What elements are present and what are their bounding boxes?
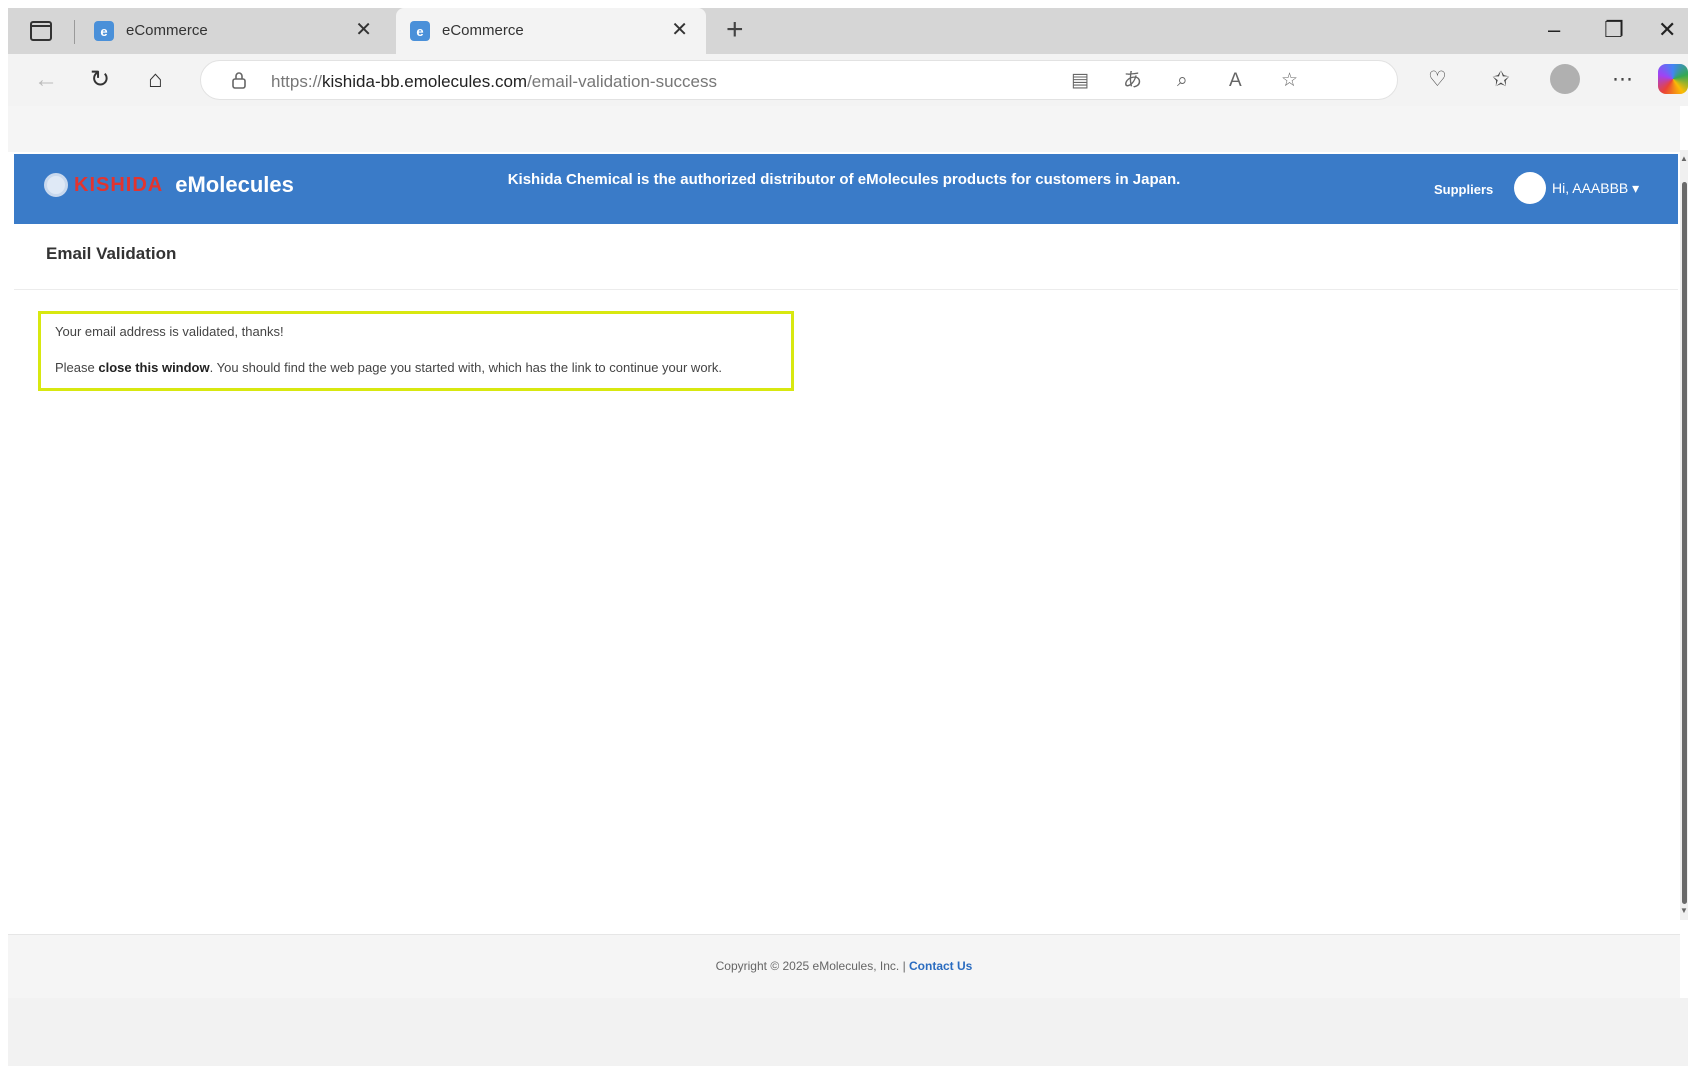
contact-us-link[interactable]: Contact Us	[909, 959, 972, 973]
back-icon[interactable]: ←	[34, 66, 58, 94]
browser-tab-1[interactable]: e eCommerce ✕	[80, 8, 390, 54]
browser-essentials-icon[interactable]: ♡	[1428, 66, 1447, 94]
scroll-down-icon[interactable]: ▼	[1680, 906, 1688, 915]
profile-avatar-icon[interactable]	[1550, 64, 1580, 94]
address-bar[interactable]: https://kishida-bb.emolecules.com/email-…	[200, 60, 1398, 100]
window-close-icon[interactable]: ✕	[1658, 16, 1676, 44]
browser-toolbar: ← ↻ ⌂ https://kishida-bb.emolecules.com/…	[8, 54, 1688, 106]
tab-close-icon[interactable]: ✕	[355, 18, 372, 42]
zoom-icon[interactable]: ⌕	[1177, 69, 1188, 93]
url-path: /email-validation-success	[527, 72, 717, 91]
browser-tab-strip: e eCommerce ✕ e eCommerce ✕ + – ❐ ✕	[8, 8, 1688, 54]
refresh-icon[interactable]: ↻	[90, 66, 110, 94]
tab-close-icon[interactable]: ✕	[671, 18, 688, 42]
favorite-star-icon[interactable]: ☆	[1281, 69, 1298, 93]
scroll-up-icon[interactable]: ▲	[1680, 154, 1688, 163]
page-viewport: KISHIDA eMolecules Kishida Chemical is t…	[8, 106, 1688, 1066]
url-text[interactable]: https://kishida-bb.emolecules.com/email-…	[271, 72, 717, 92]
close-window-instruction: Please close this window. You should fin…	[55, 360, 722, 375]
restore-icon[interactable]: ❐	[1604, 16, 1624, 44]
logo-mark-icon	[44, 173, 68, 197]
site-logo[interactable]: KISHIDA eMolecules	[44, 172, 294, 198]
logo-brand: KISHIDA	[74, 173, 164, 196]
footer-text: Copyright © 2025 eMolecules, Inc. | Cont…	[8, 959, 1680, 973]
logo-product: eMolecules	[175, 172, 294, 197]
page-title: Email Validation	[46, 244, 177, 263]
suppliers-link[interactable]: Suppliers	[1434, 182, 1493, 197]
translate-icon[interactable]: あ	[1123, 69, 1142, 93]
copyright-text: Copyright © 2025 eMolecules, Inc. |	[715, 959, 910, 973]
instruction-suffix: . You should find the web page you start…	[209, 360, 722, 375]
user-menu-toggle[interactable]: Hi, AAABBB ▾	[1552, 180, 1639, 197]
distributor-notice: Kishida Chemical is the authorized distr…	[507, 171, 1181, 188]
minimize-icon[interactable]: –	[1548, 16, 1560, 44]
instruction-bold: close this window	[98, 360, 210, 375]
page-top-band	[8, 106, 1680, 152]
page-bottom-band	[8, 998, 1688, 1066]
page-title-bar: Email Validation	[14, 224, 1678, 290]
favicon-icon: e	[410, 21, 430, 41]
site-footer: Copyright © 2025 eMolecules, Inc. | Cont…	[8, 934, 1680, 998]
browser-tab-2[interactable]: e eCommerce ✕	[396, 8, 706, 54]
favorites-icon[interactable]: ✩	[1492, 66, 1510, 94]
scrollbar-thumb[interactable]	[1682, 182, 1687, 904]
url-scheme: https://	[271, 72, 323, 91]
read-aloud-icon[interactable]: A	[1229, 69, 1242, 93]
instruction-prefix: Please	[55, 360, 99, 375]
immersive-reader-icon[interactable]: ▤	[1071, 69, 1089, 93]
more-options-icon[interactable]: ⋯	[1612, 66, 1633, 94]
screen: e eCommerce ✕ e eCommerce ✕ + – ❐ ✕ ← ↻ …	[0, 0, 1688, 1066]
tab-title: eCommerce	[126, 22, 208, 39]
url-host: kishida-bb.emolecules.com	[322, 72, 528, 91]
validation-message-box: Your email address is validated, thanks!…	[38, 311, 794, 391]
tab-separator	[74, 20, 75, 44]
tab-actions-icon[interactable]	[30, 21, 52, 41]
favicon-icon: e	[94, 21, 114, 41]
lock-icon[interactable]	[231, 71, 247, 89]
new-tab-icon[interactable]: +	[726, 14, 744, 46]
user-avatar[interactable]	[1514, 172, 1546, 204]
copilot-icon[interactable]	[1658, 64, 1688, 94]
tab-title: eCommerce	[442, 22, 524, 39]
site-header: KISHIDA eMolecules Kishida Chemical is t…	[14, 154, 1678, 224]
home-icon[interactable]: ⌂	[148, 66, 163, 94]
validation-success-text: Your email address is validated, thanks!	[55, 324, 284, 339]
